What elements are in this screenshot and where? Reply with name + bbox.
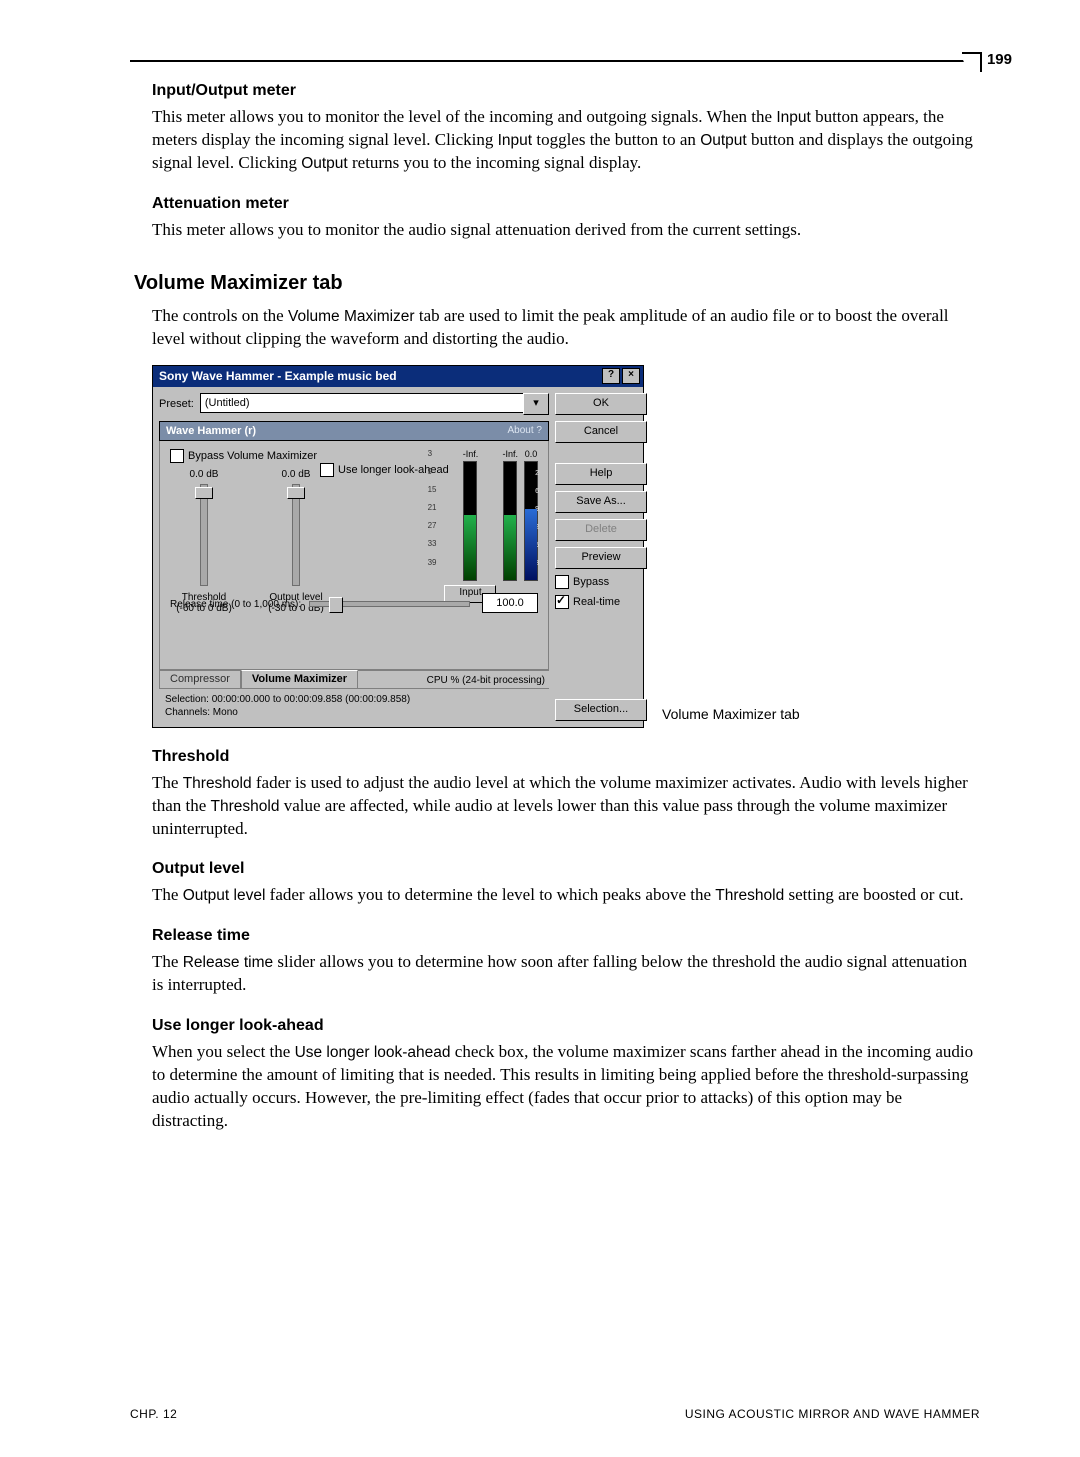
ui-term-release-time: Release time <box>183 954 273 971</box>
heading-io-meter: Input/Output meter <box>152 82 980 100</box>
ui-term-input: Input <box>776 109 810 126</box>
text: This meter allows you to monitor the lev… <box>152 107 776 126</box>
threshold-value: 0.0 dB <box>190 469 219 480</box>
ui-term-threshold: Threshold <box>211 798 280 815</box>
ok-button[interactable]: OK <box>555 393 647 415</box>
lookahead-checkbox[interactable] <box>320 463 334 477</box>
meter-out-top: -Inf. <box>502 449 518 459</box>
heading-threshold: Threshold <box>152 748 980 766</box>
text: returns you to the incoming signal displ… <box>348 153 642 172</box>
para-vm-tab: The controls on the Volume Maximizer tab… <box>152 305 980 351</box>
dialog-wave-hammer: Sony Wave Hammer - Example music bed ? ×… <box>152 365 644 728</box>
selection-button[interactable]: Selection... <box>555 699 647 721</box>
delete-button[interactable]: Delete <box>555 519 647 541</box>
preset-dropdown[interactable]: (Untitled) ▾ <box>200 393 549 415</box>
about-link[interactable]: About ? <box>508 425 542 436</box>
para-release-time: The Release time slider allows you to de… <box>152 951 980 997</box>
ui-term-lookahead: Use longer look-ahead <box>295 1044 451 1061</box>
top-header-rule: 199 <box>130 60 980 62</box>
dialog-title: Sony Wave Hammer - Example music bed <box>159 369 397 383</box>
para-lookahead: When you select the Use longer look-ahea… <box>152 1041 980 1133</box>
channels-line: Channels: Mono <box>165 706 410 719</box>
save-as-button[interactable]: Save As... <box>555 491 647 513</box>
text: The controls on the <box>152 306 288 325</box>
meter-atten-top: 0.0 <box>525 449 538 459</box>
ui-term-output: Output <box>301 155 348 172</box>
tab-volume-maximizer[interactable]: Volume Maximizer <box>241 670 358 688</box>
meter-in-top: -Inf. <box>463 449 479 459</box>
help-icon[interactable]: ? <box>602 368 620 384</box>
header-bite <box>962 52 982 72</box>
ui-term-threshold: Threshold <box>715 887 784 904</box>
realtime-label: Real-time <box>573 596 620 608</box>
threshold-track[interactable] <box>200 484 208 586</box>
heading-output-level: Output level <box>152 860 980 878</box>
meters: 391521273339 -Inf. Input -Inf. <box>428 449 538 603</box>
release-slider[interactable] <box>309 601 470 607</box>
bypass-label: Bypass <box>573 576 609 588</box>
page-number: 199 <box>987 51 1012 68</box>
threshold-slider: 0.0 dB Threshold (-60 to 0 dB) <box>174 469 234 614</box>
para-output-level: The Output level fader allows you to det… <box>152 884 980 907</box>
bypass-vm-label: Bypass Volume Maximizer <box>188 450 317 462</box>
output-slider: 0.0 dB Output level (-30 to 0 dB) <box>266 469 326 614</box>
output-track[interactable] <box>292 484 300 586</box>
preset-label: Preset: <box>159 398 194 410</box>
heading-release-time: Release time <box>152 927 980 945</box>
heading-attenuation: Attenuation meter <box>152 195 980 213</box>
output-meter-bar <box>503 461 517 581</box>
footer-section: USING ACOUSTIC MIRROR AND WAVE HAMMER <box>685 1407 980 1421</box>
release-label: Release time (0 to 1,000 ms): <box>170 599 301 610</box>
figure-caption: Volume Maximizer tab <box>662 706 800 722</box>
cpu-status: CPU % (24-bit processing) <box>423 673 549 688</box>
chevron-down-icon[interactable]: ▾ <box>523 393 549 415</box>
ui-term-output: Output <box>700 132 747 149</box>
text: toggles the button to an <box>532 130 700 149</box>
ui-term-input: Input <box>498 132 532 149</box>
heading-lookahead: Use longer look-ahead <box>152 1017 980 1035</box>
close-icon[interactable]: × <box>622 368 640 384</box>
para-io-meter: This meter allows you to monitor the lev… <box>152 106 980 175</box>
input-meter-bar <box>463 461 477 581</box>
plugin-name: Wave Hammer (r) <box>166 425 256 437</box>
preset-value: (Untitled) <box>200 393 523 413</box>
ui-term-vm: Volume Maximizer <box>288 308 415 325</box>
tab-compressor[interactable]: Compressor <box>159 670 241 688</box>
realtime-checkbox[interactable] <box>555 595 569 609</box>
bypass-vm-checkbox[interactable] <box>170 449 184 463</box>
atten-meter-bar: 2 6 9 12 15 18 <box>524 461 538 581</box>
cancel-button[interactable]: Cancel <box>555 421 647 443</box>
output-value: 0.0 dB <box>282 469 311 480</box>
selection-line: Selection: 00:00:00.000 to 00:00:09.858 … <box>165 693 410 706</box>
bypass-checkbox[interactable] <box>555 575 569 589</box>
preview-button[interactable]: Preview <box>555 547 647 569</box>
para-threshold: The Threshold fader is used to adjust th… <box>152 772 980 841</box>
meter-ticks: 391521273339 <box>428 449 437 567</box>
vm-panel: Bypass Volume Maximizer 0.0 dB Threshold… <box>159 441 549 670</box>
ui-term-threshold: Threshold <box>183 775 252 792</box>
help-button[interactable]: Help <box>555 463 647 485</box>
para-attenuation: This meter allows you to monitor the aud… <box>152 219 980 242</box>
footer-chapter: CHP. 12 <box>130 1407 177 1421</box>
heading-vm-tab: Volume Maximizer tab <box>134 272 980 295</box>
dialog-titlebar[interactable]: Sony Wave Hammer - Example music bed ? × <box>153 366 643 387</box>
ui-term-output-level: Output level <box>183 887 266 904</box>
plugin-header: Wave Hammer (r) About ? <box>159 421 549 441</box>
release-value[interactable]: 100.0 <box>482 593 538 613</box>
